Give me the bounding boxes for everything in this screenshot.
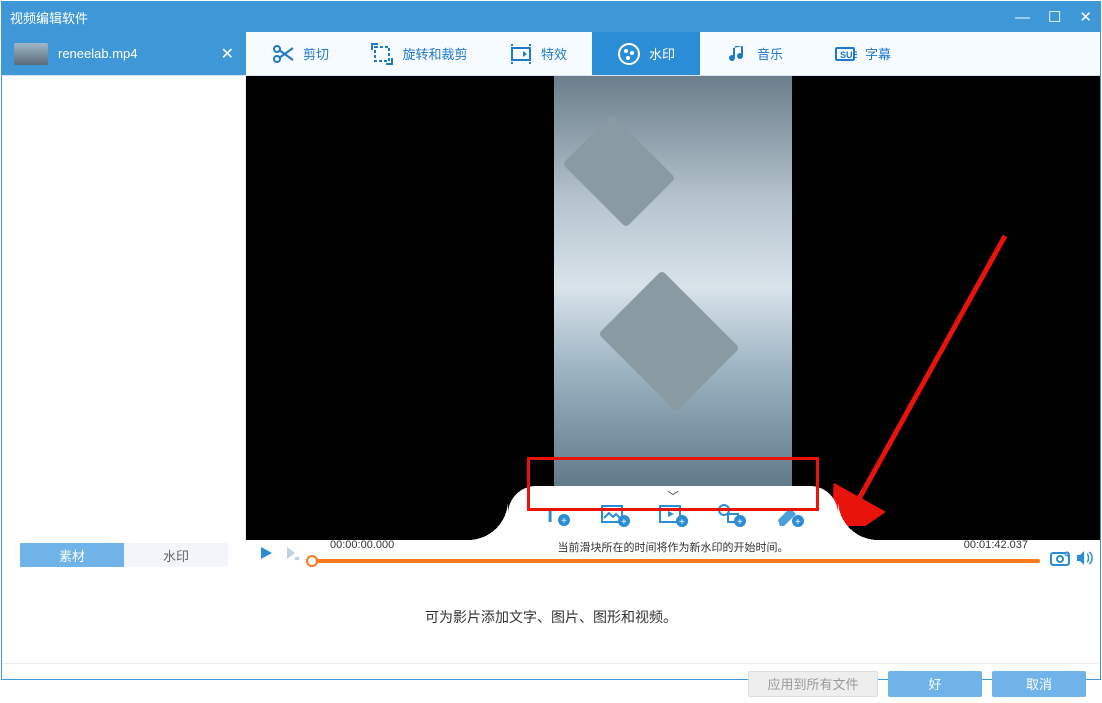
tab-rotate-label: 旋转和裁剪 <box>402 44 467 63</box>
music-icon <box>725 42 749 66</box>
video-preview[interactable]: ﹀ T+ + + + + <box>246 76 1100 540</box>
svg-text:+: + <box>679 517 685 528</box>
snapshot-button[interactable]: + <box>1050 549 1070 572</box>
tab-cut-label: 剪切 <box>303 44 329 63</box>
add-image-button[interactable]: + <box>600 502 630 533</box>
tab-cut[interactable]: 剪切 <box>246 32 354 75</box>
timeline-hint: 当前滑块所在的时间将作为新水印的开始时间。 <box>558 539 789 555</box>
info-text: 可为影片添加文字、图片、图形和视频。 <box>425 607 677 627</box>
effect-icon <box>509 42 533 66</box>
tab-music-label: 音乐 <box>757 44 783 63</box>
sidebar <box>2 76 246 540</box>
timeline-handle[interactable] <box>306 555 318 567</box>
chevron-down-icon[interactable]: ﹀ <box>668 488 679 504</box>
rotate-crop-icon <box>370 42 394 66</box>
file-tab[interactable]: reneelab.mp4 ✕ <box>2 32 246 75</box>
camera-icon: + <box>1050 549 1070 567</box>
tab-subtitle-label: 字幕 <box>865 44 891 63</box>
speaker-icon <box>1074 549 1094 567</box>
svg-text:+: + <box>795 517 801 528</box>
watermark-toolbar: ﹀ T+ + + + + <box>508 486 838 540</box>
window-close[interactable]: ✕ <box>1079 10 1092 25</box>
video-frame <box>554 76 792 498</box>
add-erase-icon: + <box>774 502 804 528</box>
add-erase-button[interactable]: + <box>774 502 804 533</box>
volume-button[interactable] <box>1074 549 1094 572</box>
tab-effect[interactable]: 特效 <box>484 32 592 75</box>
tab-music[interactable]: 音乐 <box>700 32 808 75</box>
side-tab-material[interactable]: 素材 <box>20 543 124 567</box>
add-text-icon: T+ <box>542 502 572 528</box>
add-video-icon: + <box>658 502 688 528</box>
svg-text:T: T <box>544 505 556 527</box>
svg-text:+: + <box>737 517 743 528</box>
cancel-button[interactable]: 取消 <box>992 671 1086 697</box>
watermark-icon <box>617 42 641 66</box>
timeline-start-time: 00:00:00.000 <box>330 539 394 551</box>
ok-button[interactable]: 好 <box>888 671 982 697</box>
svg-text:+: + <box>1065 552 1068 558</box>
add-image-icon: + <box>600 502 630 528</box>
timeline-end-time: 00:01:42.037 <box>964 539 1028 551</box>
window-maximize[interactable]: ☐ <box>1048 10 1061 25</box>
annotation-arrow <box>825 226 1025 526</box>
tab-watermark[interactable]: 水印 <box>592 32 700 75</box>
tab-rotate-crop[interactable]: 旋转和裁剪 <box>354 32 484 75</box>
svg-text:+: + <box>561 516 567 527</box>
timeline-track[interactable] <box>306 559 1040 563</box>
step-icon <box>284 545 300 561</box>
window-title: 视频编辑软件 <box>10 8 88 27</box>
side-tab-watermark[interactable]: 水印 <box>124 543 228 567</box>
svg-text:SUB: SUB <box>840 50 857 60</box>
add-text-button[interactable]: T+ <box>542 502 572 533</box>
play-button[interactable] <box>258 545 274 566</box>
file-tab-close[interactable]: ✕ <box>221 44 234 64</box>
window-minimize[interactable]: — <box>1015 10 1030 25</box>
play-icon <box>258 545 274 561</box>
tab-effect-label: 特效 <box>541 44 567 63</box>
apply-all-button: 应用到所有文件 <box>748 671 878 697</box>
scissors-icon <box>271 42 295 66</box>
add-shape-button[interactable]: + <box>716 502 746 533</box>
file-name: reneelab.mp4 <box>58 46 138 61</box>
subtitle-icon: SUB <box>833 42 857 66</box>
add-video-button[interactable]: + <box>658 502 688 533</box>
add-shape-icon: + <box>716 502 746 528</box>
step-button[interactable] <box>284 545 300 566</box>
svg-text:+: + <box>621 517 627 528</box>
tab-subtitle[interactable]: SUB 字幕 <box>808 32 916 75</box>
file-thumbnail <box>14 43 48 65</box>
tab-watermark-label: 水印 <box>649 44 675 63</box>
